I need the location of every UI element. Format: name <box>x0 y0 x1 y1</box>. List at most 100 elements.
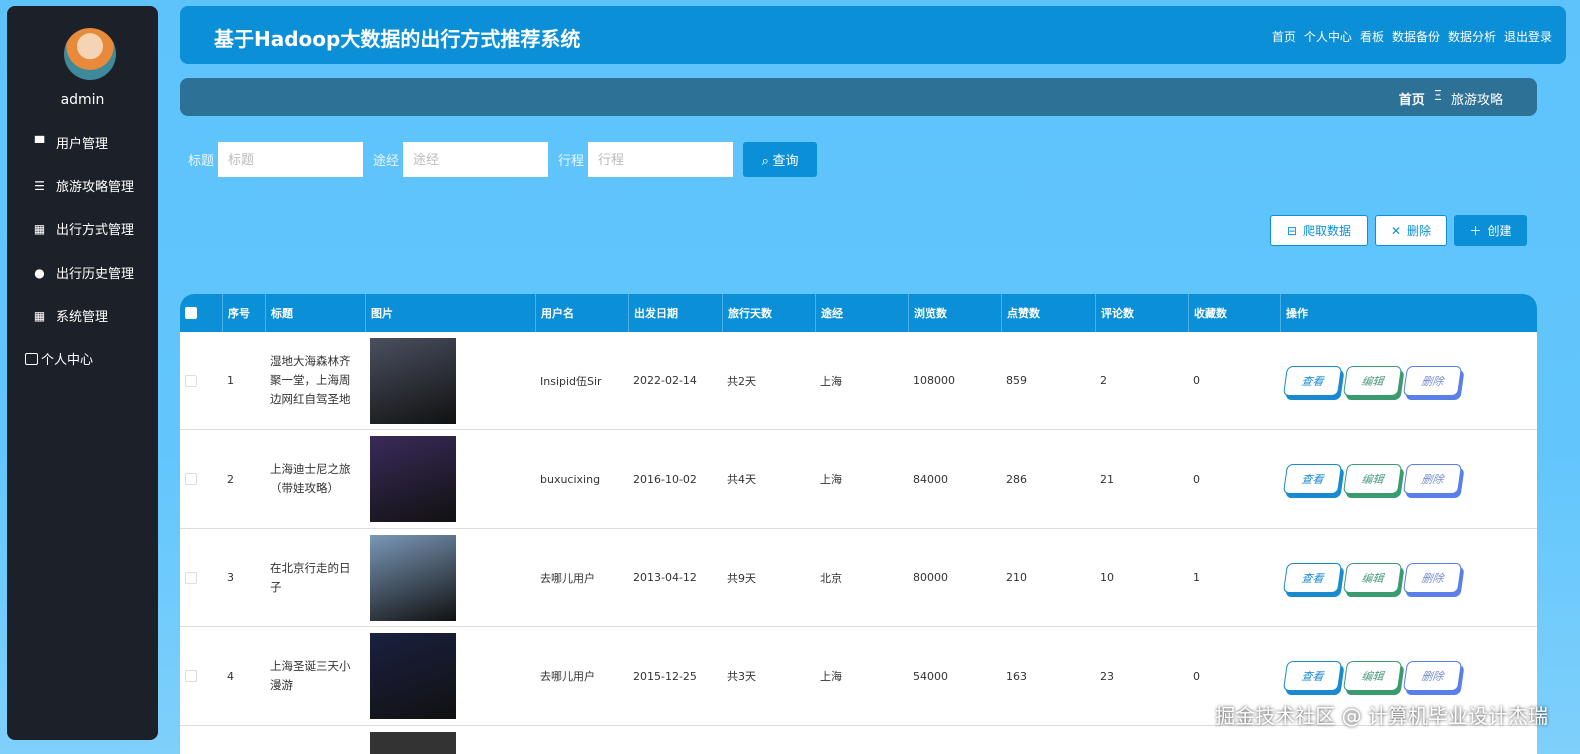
grid-icon: ▦ <box>33 221 46 236</box>
column-header: 操作 <box>1280 294 1537 332</box>
cell-title: 湿地大海森林齐聚一堂，上海周边网红自驾圣地 <box>270 354 351 406</box>
breadcrumb-separator: Ξ <box>1433 89 1442 104</box>
nav-backup[interactable]: 数据备份 <box>1392 28 1440 45</box>
cell-likes: 163 <box>1006 669 1027 683</box>
label: 用户管理 <box>56 137 109 152</box>
cell-views: 54000 <box>913 669 948 683</box>
column-header: 点赞数 <box>1001 294 1095 332</box>
cell-days: 共2天 <box>727 374 756 388</box>
cell-date: 2016-10-02 <box>633 472 697 486</box>
guide-image <box>370 436 456 522</box>
sidebar-item-travel-modes[interactable]: ▦ 出行方式管理 <box>33 219 135 239</box>
cell-views: 84000 <box>913 472 948 486</box>
app-title: 基于Hadoop大数据的出行方式推荐系统 <box>214 27 581 51</box>
cell-img <box>365 431 535 528</box>
sidebar-item-guides[interactable]: ☰ 旅游攻略管理 <box>33 176 134 196</box>
cell-no: 2 <box>227 472 234 486</box>
view-row-button[interactable]: 查看 <box>1282 365 1343 396</box>
edit-row-button[interactable]: 编辑 <box>1342 365 1403 396</box>
view-row-button[interactable]: 查看 <box>1282 562 1343 593</box>
cell-actions: 查看 编辑 删除 <box>1280 431 1537 528</box>
list-icon: ☰ <box>34 178 45 193</box>
guide-image <box>370 633 456 719</box>
cell-favs: 0 <box>1193 374 1200 387</box>
nav-home[interactable]: 首页 <box>1272 28 1296 45</box>
row-checkbox[interactable] <box>180 529 222 626</box>
header: 基于Hadoop大数据的出行方式推荐系统 首页 个人中心 看板 数据备份 数据分… <box>180 6 1566 64</box>
sidebar-item-profile[interactable]: 个人中心 <box>25 349 93 368</box>
plus-icon: ＋ <box>1469 224 1482 238</box>
crawl-data-button[interactable]: ⊟ 爬取数据 <box>1270 215 1368 246</box>
delete-row-button[interactable]: 删除 <box>1402 464 1463 494</box>
delete-button[interactable]: ✕ 删除 <box>1375 215 1447 246</box>
sidebar-item-history[interactable]: ● 出行历史管理 <box>33 263 135 283</box>
nav-analysis[interactable]: 数据分析 <box>1448 28 1496 45</box>
itinerary-input[interactable] <box>588 142 734 177</box>
sidebar: admin ▀ 用户管理 ☰ 旅游攻略管理 ▦ 出行方式管理 ● 出行历史管理 ▦ 系统管… <box>7 6 158 740</box>
via-label: 途经 <box>373 154 400 169</box>
title-label: 标题 <box>188 154 215 169</box>
edit-row-button[interactable]: 编辑 <box>1342 464 1403 494</box>
cell-comments: 2 <box>1100 374 1107 387</box>
nav-profile[interactable]: 个人中心 <box>1304 28 1352 45</box>
cell-no: 4 <box>227 669 234 683</box>
view-row-button[interactable]: 查看 <box>1282 661 1343 691</box>
cell-days: 共4天 <box>727 473 756 486</box>
cell-user: Insipid伍Sir <box>540 374 602 388</box>
column-header: 标题 <box>265 294 365 332</box>
top-nav: 首页 个人中心 看板 数据备份 数据分析 退出登录 <box>1272 28 1552 45</box>
edit-row-button[interactable]: 编辑 <box>1342 562 1403 593</box>
view-row-button[interactable]: 查看 <box>1282 464 1343 494</box>
nav-dashboard[interactable]: 看板 <box>1360 28 1384 45</box>
edit-row-button[interactable]: 编辑 <box>1342 661 1403 691</box>
itinerary-label: 行程 <box>558 154 585 169</box>
avatar[interactable] <box>64 28 116 80</box>
column-header: 收藏数 <box>1188 294 1280 332</box>
cell-comments: 21 <box>1100 472 1114 486</box>
row-checkbox[interactable] <box>180 628 222 725</box>
select-all-checkbox[interactable] <box>180 294 222 332</box>
row-checkbox[interactable] <box>180 332 222 429</box>
label: 爬取数据 <box>1303 224 1352 238</box>
nav-logout[interactable]: 退出登录 <box>1504 28 1552 45</box>
search-icon: ⌕ <box>761 153 769 168</box>
cell-user: 去哪儿用户 <box>540 571 595 585</box>
cell-no: 3 <box>227 571 234 584</box>
create-button[interactable]: ＋ 创建 <box>1454 215 1527 246</box>
monitor-icon: ▀ <box>34 135 45 150</box>
delete-row-button[interactable]: 删除 <box>1402 365 1463 396</box>
column-header: 用户名 <box>535 294 628 332</box>
sidebar-item-users[interactable]: ▀ 用户管理 <box>33 133 109 153</box>
search-button[interactable]: ⌕ 查询 <box>743 142 818 177</box>
delete-row-button[interactable]: 删除 <box>1402 562 1463 593</box>
title-input[interactable] <box>218 142 364 177</box>
cell-img <box>365 628 535 725</box>
via-input[interactable] <box>403 142 549 177</box>
username: admin <box>60 92 105 108</box>
cell-no: 1 <box>227 374 234 387</box>
guides-table: 序号 标题 图片 用户名 出发日期 旅行天数 途经 浏览数 点赞数 评论数 收藏数 操作 1 湿地大海森… <box>180 294 1537 754</box>
column-header: 途经 <box>815 294 908 332</box>
column-header: 出发日期 <box>628 294 722 332</box>
close-icon: ✕ <box>1390 223 1402 238</box>
watermark: 掘金技术社区 @ 计算机毕业设计杰瑞 <box>1215 704 1548 728</box>
cell-views: 108000 <box>913 374 955 387</box>
search-bar: 标题 途经 行程 ⌕ 查询 <box>188 142 818 177</box>
cell-user: buxucixing <box>540 472 601 486</box>
cell-favs: 1 <box>1193 571 1200 584</box>
cell-via: 北京 <box>820 571 842 585</box>
cell-days: 共3天 <box>727 670 756 683</box>
delete-row-button[interactable]: 删除 <box>1402 661 1463 691</box>
label: 出行方式管理 <box>56 223 135 238</box>
breadcrumb-home[interactable]: 首页 <box>1399 89 1425 108</box>
breadcrumb: 首页 Ξ 旅游攻略 <box>180 78 1537 116</box>
cell-likes: 286 <box>1006 472 1027 486</box>
row-checkbox[interactable] <box>180 431 222 528</box>
cell-date: 2013-04-12 <box>633 571 697 584</box>
sidebar-item-system[interactable]: ▦ 系统管理 <box>33 306 108 326</box>
label: 出行历史管理 <box>56 267 135 282</box>
guide-image <box>370 534 456 621</box>
cell-likes: 859 <box>1006 374 1027 387</box>
table-row <box>180 726 1537 754</box>
cell-actions: 查看 编辑 删除 <box>1280 332 1537 429</box>
